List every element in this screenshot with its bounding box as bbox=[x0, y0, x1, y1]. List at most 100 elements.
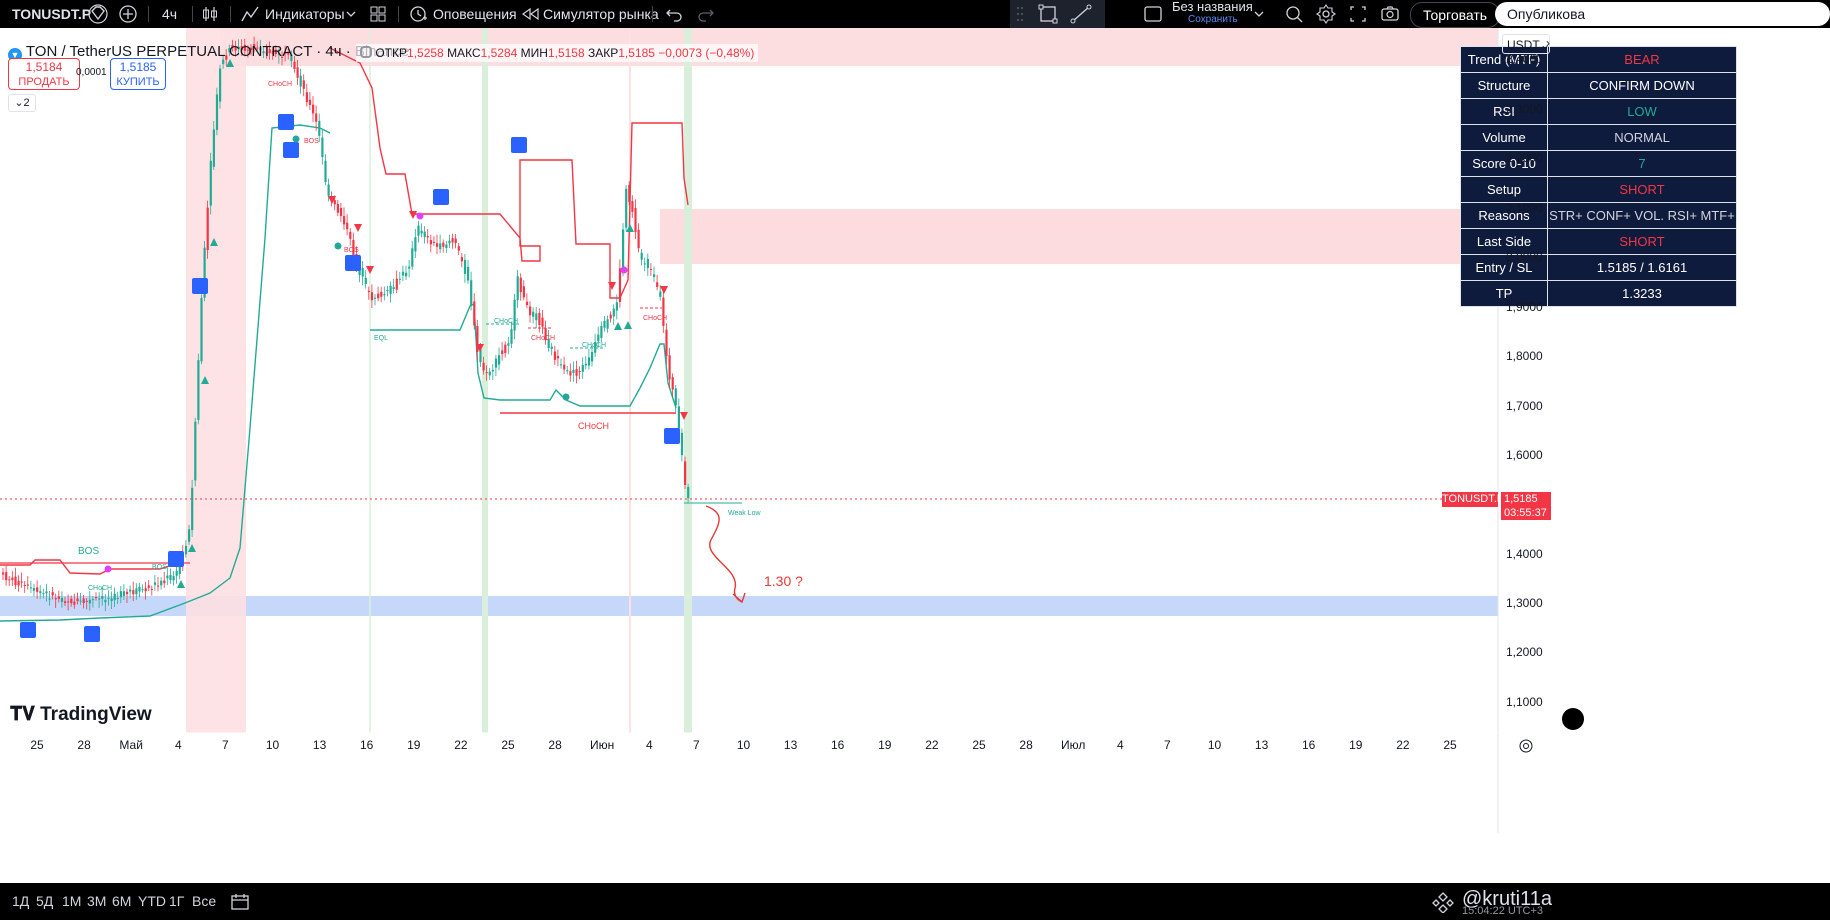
templates-grid-icon[interactable] bbox=[368, 0, 388, 28]
info-value: SHORT bbox=[1547, 228, 1737, 255]
candle-body bbox=[153, 582, 157, 585]
candle-body bbox=[408, 266, 411, 269]
redo-icon[interactable] bbox=[696, 0, 716, 28]
publish-button[interactable]: Опубликова bbox=[1495, 2, 1830, 26]
indicators-button[interactable]: Индикаторы bbox=[265, 0, 345, 28]
layout-name[interactable]: Без названия Сохранить bbox=[1172, 0, 1253, 28]
replay-button[interactable]: Симулятор рынка bbox=[543, 0, 659, 28]
candle-body bbox=[448, 240, 451, 244]
eql-label: EQL bbox=[374, 335, 389, 342]
symbol-price-tag: TONUSDT.P bbox=[1442, 492, 1505, 507]
binance-logo-icon bbox=[1432, 891, 1454, 916]
drag-handle-icon[interactable] bbox=[1016, 4, 1024, 24]
signal-square-marker[interactable] bbox=[192, 278, 208, 294]
quick-search-icon[interactable] bbox=[1284, 0, 1304, 28]
pivot-dot-marker bbox=[562, 393, 570, 401]
symbol-search[interactable]: TONUSDT.P bbox=[12, 0, 91, 28]
candle-body bbox=[132, 590, 135, 595]
drawn-arrow[interactable] bbox=[705, 505, 746, 604]
buy-button[interactable]: 1,5185 КУПИТЬ bbox=[110, 58, 166, 90]
candle-body bbox=[507, 343, 510, 346]
range-button[interactable]: 1Д bbox=[12, 883, 29, 920]
range-button[interactable]: 3М bbox=[87, 883, 106, 920]
date-range-calendar-icon[interactable] bbox=[230, 892, 250, 915]
utc-clock[interactable]: 15:04:22 UTC+3 bbox=[1462, 905, 1543, 917]
rectangle-tool-icon[interactable] bbox=[1038, 4, 1058, 24]
replay-icon[interactable] bbox=[520, 0, 540, 28]
candle-body bbox=[157, 585, 160, 587]
signal-square-marker[interactable] bbox=[664, 428, 680, 444]
info-value: 7 bbox=[1547, 150, 1737, 177]
add-symbol-icon[interactable] bbox=[118, 0, 138, 28]
fullscreen-icon[interactable] bbox=[1348, 0, 1368, 28]
camera-icon[interactable] bbox=[1380, 0, 1400, 28]
range-button[interactable]: Все bbox=[192, 883, 216, 920]
candle-body bbox=[649, 268, 653, 270]
signal-square-marker[interactable] bbox=[433, 189, 449, 205]
open-label: ОТКР bbox=[375, 46, 408, 60]
candle-body bbox=[482, 362, 485, 371]
candle-body bbox=[584, 363, 587, 366]
target-note[interactable]: 1.30 ? bbox=[764, 573, 803, 589]
signal-square-marker[interactable] bbox=[168, 551, 184, 567]
range-button[interactable]: 1Г bbox=[169, 883, 184, 920]
supply-zone-mid bbox=[660, 209, 1498, 264]
candle-body bbox=[491, 370, 494, 372]
alerts-button[interactable]: Оповещения bbox=[433, 0, 517, 28]
sell-triangle-marker bbox=[409, 211, 417, 219]
chevron-down-icon[interactable] bbox=[1254, 0, 1264, 28]
settings-gear-icon[interactable] bbox=[1316, 0, 1336, 28]
side-widget-toggle[interactable] bbox=[1562, 708, 1584, 730]
candle-body bbox=[634, 207, 637, 233]
alert-clock-icon[interactable] bbox=[408, 0, 428, 28]
signal-square-marker[interactable] bbox=[278, 114, 294, 130]
chart-area[interactable]: ▼ TON / TetherUS PERPETUAL CONTRACT · 4ч… bbox=[0, 28, 1830, 883]
signal-square-marker[interactable] bbox=[283, 142, 299, 158]
bottom-toolbar: 1Д 5Д 1М 3М 6М YTD 1Г Все @kruti11a 15:04:22 UT… bbox=[0, 883, 1830, 920]
candle-body bbox=[643, 263, 646, 265]
sell-triangle-marker bbox=[608, 282, 616, 290]
candle-body bbox=[324, 160, 327, 182]
fullscreen-layout-icon[interactable] bbox=[1143, 0, 1163, 28]
time-tick: 16 bbox=[831, 738, 845, 752]
spread-value: 0,0001 bbox=[76, 67, 107, 78]
pivot-dot-marker bbox=[334, 242, 342, 250]
signal-square-marker[interactable] bbox=[511, 137, 527, 153]
candle-body bbox=[299, 75, 302, 87]
indicators-collapse-toggle[interactable]: ⌄2 bbox=[8, 94, 36, 112]
signal-square-marker[interactable] bbox=[84, 626, 100, 642]
candle-body bbox=[73, 601, 76, 605]
range-button[interactable]: 1М bbox=[62, 883, 81, 920]
signal-square-marker[interactable] bbox=[345, 255, 361, 271]
pivot-dot-marker bbox=[620, 266, 628, 274]
time-tick: 4 bbox=[645, 738, 653, 752]
undo-icon[interactable] bbox=[664, 0, 684, 28]
chevron-right-icon[interactable]: › bbox=[1546, 36, 1550, 50]
trade-button[interactable]: Торговать bbox=[1410, 2, 1501, 28]
status-dot-icon bbox=[360, 46, 372, 58]
symbol-title[interactable]: TON / TetherUS PERPETUAL CONTRACT · 4ч ·… bbox=[26, 43, 409, 60]
time-tick: 25 bbox=[1443, 738, 1457, 752]
candle-body bbox=[110, 598, 113, 602]
signal-square-marker[interactable] bbox=[20, 622, 36, 638]
interval-selector[interactable]: 4ч bbox=[162, 0, 177, 28]
chevron-down-icon[interactable] bbox=[346, 0, 356, 28]
chart-settings-icon[interactable] bbox=[1518, 738, 1534, 757]
candle-body bbox=[529, 306, 532, 316]
info-value: SHORT bbox=[1547, 176, 1737, 203]
sell-button[interactable]: 1,5184 ПРОДАТЬ bbox=[8, 58, 80, 90]
indicators-icon[interactable] bbox=[240, 0, 260, 28]
trendline-tool-icon[interactable] bbox=[1070, 4, 1092, 24]
candles-style-icon[interactable] bbox=[200, 0, 220, 28]
session-highlight-red bbox=[186, 28, 246, 733]
sell-label: ПРОДАТЬ bbox=[18, 76, 70, 88]
range-button[interactable]: 5Д bbox=[36, 883, 53, 920]
diamond-icon[interactable] bbox=[88, 0, 108, 28]
range-button[interactable]: YTD bbox=[138, 883, 166, 920]
candle-body bbox=[432, 241, 436, 243]
signal-markers-group bbox=[20, 59, 688, 642]
range-button[interactable]: 6М bbox=[112, 883, 131, 920]
high-label: МАКС bbox=[447, 46, 481, 60]
current-price-tag: 1,5185 03:55:37 bbox=[1501, 492, 1551, 520]
candle-body bbox=[389, 285, 392, 294]
